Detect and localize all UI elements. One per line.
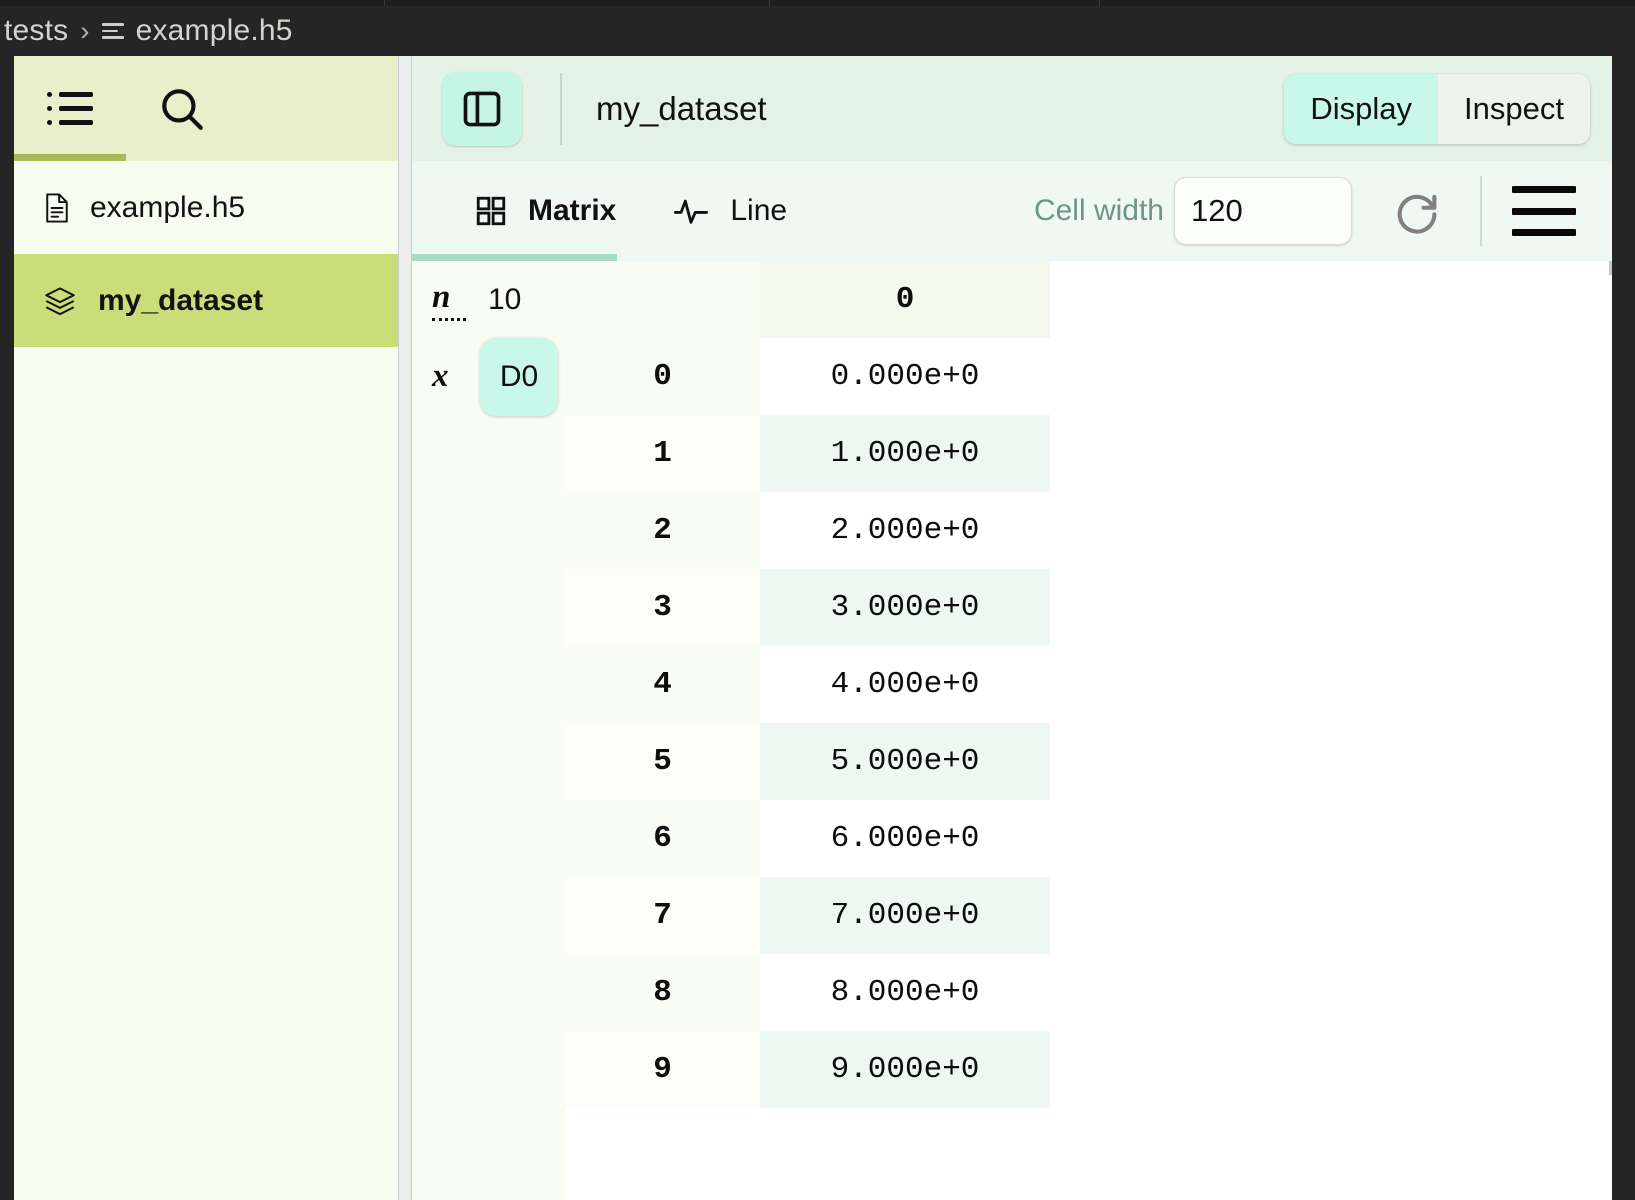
sidebar-item-example-h5[interactable]: example.h5 [14, 161, 398, 254]
axis-count-row: n 10 [412, 261, 565, 338]
sidebar-tree: example.h5 my_dataset [14, 161, 398, 347]
row-header[interactable]: 2 [565, 492, 760, 569]
sidebar-resizer[interactable] [398, 56, 412, 1200]
sidebar-tabbar [14, 56, 398, 161]
refresh-button[interactable] [1380, 174, 1454, 248]
page-title: my_dataset [596, 89, 767, 127]
table-cell[interactable]: 7.000e+0 [760, 877, 1050, 954]
table-row: 8 8.000e+0 [565, 954, 1050, 1031]
layers-icon [45, 286, 75, 315]
table-cell[interactable]: 2.000e+0 [760, 492, 1050, 569]
cell-width-label: Cell width [1033, 194, 1164, 227]
breadcrumb-separator-icon: › [80, 15, 90, 46]
sidebar-tab-indicator [14, 154, 126, 161]
matrix-table: 0 0 0.000e+0 1 1.000e+0 2 2.000e+0 3 3.0… [565, 261, 1050, 1108]
row-header[interactable]: 9 [565, 1031, 760, 1108]
dimension-chip-d0[interactable]: D0 [480, 337, 558, 416]
grid-icon [476, 196, 506, 226]
tab-matrix-label: Matrix [528, 194, 617, 227]
table-row: 1 1.000e+0 [565, 415, 1050, 492]
refresh-icon [1397, 194, 1437, 234]
list-tree-icon [47, 91, 93, 126]
sidebar-tab-search[interactable] [126, 56, 238, 161]
table-row: 3 3.000e+0 [565, 569, 1050, 646]
cell-width-input[interactable] [1174, 177, 1352, 245]
line-chart-icon [674, 199, 709, 224]
mode-display-button[interactable]: Display [1284, 73, 1439, 144]
row-header[interactable]: 8 [565, 954, 760, 1031]
mode-inspect-button[interactable]: Inspect [1438, 74, 1590, 144]
mode-toggle-group: Display Inspect [1284, 73, 1590, 144]
sidebar-item-label: example.h5 [90, 190, 246, 224]
file-lines-icon [101, 23, 124, 39]
tab-line-label: Line [730, 194, 788, 227]
table-cell[interactable]: 4.000e+0 [760, 646, 1050, 723]
breadcrumb-file[interactable]: example.h5 [136, 14, 293, 48]
table-cell[interactable]: 1.000e+0 [760, 415, 1050, 492]
toolbar-divider [1480, 176, 1482, 246]
sidebar-item-my-dataset[interactable]: my_dataset [14, 254, 398, 347]
axis-dim-row: x D0 [412, 337, 565, 416]
sidebar: example.h5 my_dataset [14, 56, 398, 1200]
search-icon [162, 88, 203, 130]
table-row: 6 6.000e+0 [565, 800, 1050, 877]
breadcrumb-root[interactable]: tests [4, 14, 68, 48]
toggle-sidebar-button[interactable] [442, 71, 522, 146]
table-row: 7 7.000e+0 [565, 877, 1050, 954]
axis-controls: n 10 x D0 [412, 261, 565, 1200]
row-header[interactable]: 6 [565, 800, 760, 877]
row-header[interactable]: 4 [565, 646, 760, 723]
data-grid: n 10 x D0 0 0 0.000e+0 1 1.000e+0 2 2.00… [412, 261, 1612, 1200]
row-header[interactable]: 5 [565, 723, 760, 800]
sidebar-item-label: my_dataset [98, 283, 264, 317]
table-cell[interactable]: 0.000e+0 [760, 338, 1050, 415]
vis-tab-indicator [412, 254, 617, 261]
main-panel: my_dataset Display Inspect Matrix Line C… [412, 56, 1612, 1200]
vis-toolbar: Matrix Line Cell width [412, 161, 1612, 261]
table-cell[interactable]: 8.000e+0 [760, 954, 1050, 1031]
table-row: 2 2.000e+0 [565, 492, 1050, 569]
breadcrumb: tests › example.h5 [0, 6, 1635, 56]
table-body: 0 0.000e+0 1 1.000e+0 2 2.000e+0 3 3.000… [565, 338, 1050, 1108]
file-icon [46, 192, 68, 223]
tab-line[interactable]: Line [644, 161, 815, 261]
hamburger-menu-button[interactable] [1512, 186, 1576, 236]
column-header[interactable]: 0 [760, 261, 1050, 338]
table-cell[interactable]: 9.000e+0 [760, 1031, 1050, 1108]
axis-count-symbol: n [432, 279, 466, 321]
table-cell[interactable]: 5.000e+0 [760, 723, 1050, 800]
header-divider [560, 72, 562, 145]
sidebar-tab-explorer[interactable] [14, 56, 126, 161]
app-window: tests › example.h5 example.h5 my_dataset… [0, 0, 1635, 1200]
tab-matrix[interactable]: Matrix [446, 161, 644, 261]
panel-header: my_dataset Display Inspect [412, 56, 1612, 161]
axis-count-value: 10 [488, 282, 522, 316]
table-row: 0 0.000e+0 [565, 338, 1050, 415]
row-header[interactable]: 3 [565, 569, 760, 646]
axis-dim-symbol: x [432, 358, 449, 394]
table-row: 5 5.000e+0 [565, 723, 1050, 800]
table-corner-cell [565, 261, 760, 338]
table-cell[interactable]: 3.000e+0 [760, 569, 1050, 646]
scrollbar-thumb[interactable] [1609, 261, 1612, 275]
table-cell[interactable]: 6.000e+0 [760, 800, 1050, 877]
sidebar-panel-icon [463, 91, 501, 126]
row-header[interactable]: 7 [565, 877, 760, 954]
table-row: 9 9.000e+0 [565, 1031, 1050, 1108]
table-row: 4 4.000e+0 [565, 646, 1050, 723]
row-header[interactable]: 1 [565, 415, 760, 492]
table-header-row: 0 [565, 261, 1050, 338]
row-header[interactable]: 0 [565, 338, 760, 415]
grid-scroll-area[interactable]: 0 0 0.000e+0 1 1.000e+0 2 2.000e+0 3 3.0… [565, 261, 1612, 1200]
